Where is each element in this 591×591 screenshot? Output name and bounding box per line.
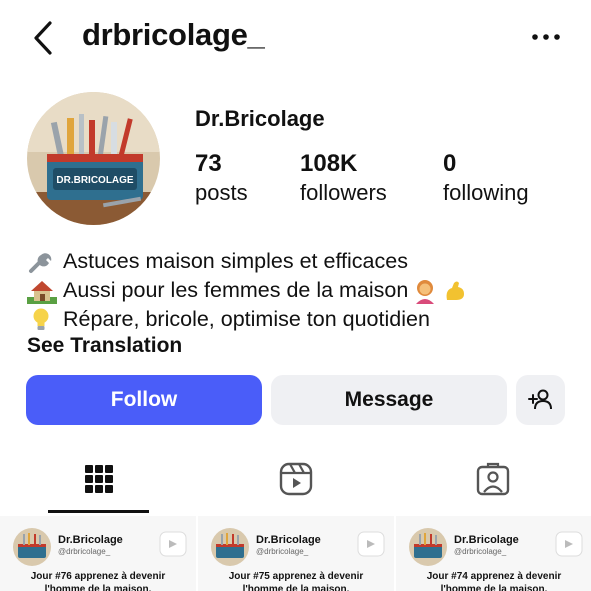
post-caption-line-2: l'homme de la maison.	[242, 584, 350, 591]
following-count-value: 0	[443, 150, 457, 177]
bio-line-1: Astuces maison simples et efficaces	[27, 247, 567, 276]
tab-reels[interactable]	[197, 445, 394, 513]
tab-tagged[interactable]	[394, 445, 591, 513]
profile-display-name: Dr.Bricolage	[195, 106, 325, 131]
post-author-handle: @drbricolage_	[454, 547, 507, 556]
followers-count[interactable]: 108K followers	[300, 150, 387, 208]
post-caption-line-2: l'homme de la maison.	[440, 584, 548, 591]
post-caption-line-2: l'homme de la maison.	[44, 584, 152, 591]
follow-icon	[159, 531, 187, 557]
post-avatar	[409, 528, 447, 566]
light-bulb-icon	[33, 308, 49, 330]
more-horizontal-icon	[532, 34, 560, 40]
bio-line-2: Aussi pour les femmes de la maison	[27, 276, 567, 305]
bio-line-3: Répare, bricole, optimise ton quotidien	[27, 305, 567, 334]
posts-grid: Dr.Bricolage @drbricolage_ Jour #76 appr…	[0, 516, 591, 591]
post-author-handle: @drbricolage_	[58, 547, 111, 556]
posts-count[interactable]: 73 posts	[195, 150, 248, 208]
reels-icon	[279, 462, 312, 496]
profile-bio: Astuces maison simples et efficaces Auss…	[27, 247, 567, 334]
chevron-left-icon	[34, 21, 52, 55]
toolbox-avatar-image	[13, 528, 51, 566]
tagged-icon	[476, 462, 509, 496]
toolbox-avatar-image	[409, 528, 447, 566]
post-caption-line-1: Jour #76 apprenez à devenir	[30, 571, 166, 582]
post-author-handle: @drbricolage_	[256, 547, 309, 556]
more-options-button[interactable]	[530, 30, 562, 44]
following-count[interactable]: 0 following	[443, 150, 529, 208]
avatar-label: DR.BRICOLAGE	[56, 175, 134, 186]
followers-count-label: followers	[300, 180, 387, 205]
posts-count-value: 73	[195, 150, 222, 177]
post-author-name: Dr.Bricolage	[256, 534, 321, 546]
house-icon	[27, 280, 57, 304]
post-caption-line-1: Jour #74 apprenez à devenir	[426, 571, 562, 582]
post-thumbnail[interactable]: Dr.Bricolage @drbricolage_ Jour #76 appr…	[0, 516, 196, 591]
wrench-icon	[29, 252, 52, 273]
message-button[interactable]: Message	[271, 375, 507, 425]
bio-text-1: Astuces maison simples et efficaces	[63, 249, 408, 273]
top-bar: drbricolage_	[0, 0, 591, 78]
see-translation-link[interactable]: See Translation	[27, 334, 182, 358]
post-author-name: Dr.Bricolage	[58, 534, 123, 546]
follow-icon	[357, 531, 385, 557]
followers-count-value: 108K	[300, 150, 358, 177]
follow-icon	[555, 531, 583, 557]
post-caption: Jour #74 apprenez à devenir l'homme de l…	[396, 570, 591, 591]
back-button[interactable]	[28, 18, 58, 58]
profile-tabs	[0, 445, 591, 513]
selected-tab-indicator	[48, 510, 149, 513]
post-thumbnail[interactable]: Dr.Bricolage @drbricolage_ Jour #75 appr…	[198, 516, 394, 591]
suggest-users-button[interactable]	[516, 375, 565, 425]
profile-username: drbricolage_	[82, 17, 265, 52]
post-caption: Jour #76 apprenez à devenir l'homme de l…	[0, 570, 196, 591]
toolbox-avatar-image: DR.BRICOLAGE	[27, 92, 160, 225]
tab-posts-grid[interactable]	[0, 445, 197, 513]
add-person-icon	[527, 389, 552, 410]
post-caption: Jour #75 apprenez à devenir l'homme de l…	[198, 570, 394, 591]
follow-button[interactable]: Follow	[26, 375, 262, 425]
post-avatar	[13, 528, 51, 566]
flexed-biceps-icon	[446, 281, 465, 300]
bio-text-3: Répare, bricole, optimise ton quotidien	[63, 307, 430, 331]
post-thumbnail[interactable]: Dr.Bricolage @drbricolage_ Jour #74 appr…	[396, 516, 591, 591]
post-author-name: Dr.Bricolage	[454, 534, 519, 546]
following-count-label: following	[443, 180, 529, 205]
posts-count-label: posts	[195, 180, 248, 205]
grid-icon	[84, 465, 113, 493]
toolbox-avatar-image	[211, 528, 249, 566]
woman-icon	[416, 279, 435, 304]
post-caption-line-1: Jour #75 apprenez à devenir	[228, 571, 364, 582]
bio-text-2: Aussi pour les femmes de la maison	[63, 278, 409, 302]
profile-avatar[interactable]: DR.BRICOLAGE	[27, 92, 160, 225]
post-avatar	[211, 528, 249, 566]
